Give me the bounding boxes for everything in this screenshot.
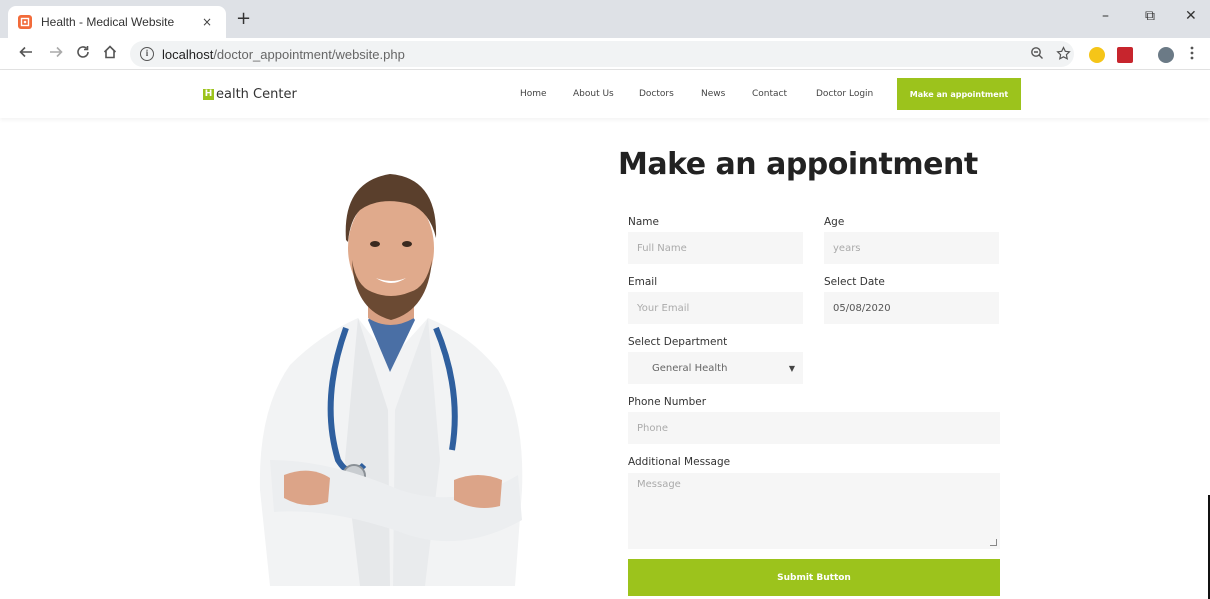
- menu-icon[interactable]: [1190, 46, 1194, 64]
- site-logo[interactable]: H ealth Center: [203, 87, 297, 102]
- site-favicon-icon: [18, 15, 32, 29]
- date-label: Select Date: [824, 276, 885, 288]
- age-label: Age: [824, 216, 845, 228]
- home-icon[interactable]: [102, 44, 118, 64]
- message-label: Additional Message: [628, 456, 731, 468]
- department-select[interactable]: General Health ▼: [628, 352, 803, 384]
- form-title: Make an appointment: [618, 147, 978, 182]
- department-selected-value: General Health: [652, 362, 728, 374]
- name-input[interactable]: Full Name: [628, 232, 803, 264]
- email-label: Email: [628, 276, 658, 288]
- doctor-image: [250, 160, 535, 586]
- nav-news[interactable]: News: [701, 89, 725, 99]
- bookmark-star-icon[interactable]: [1056, 46, 1071, 65]
- browser-tab-bar: Health - Medical Website × + – ⧉ ✕: [0, 0, 1210, 38]
- browser-tab[interactable]: Health - Medical Website ×: [8, 6, 226, 38]
- email-input[interactable]: Your Email: [628, 292, 803, 324]
- nav-contact[interactable]: Contact: [752, 89, 787, 99]
- nav-home[interactable]: Home: [520, 89, 547, 99]
- browser-toolbar: i localhost/doctor_appointment/website.p…: [0, 38, 1210, 70]
- submit-button[interactable]: Submit Button: [628, 559, 1000, 596]
- forward-icon[interactable]: [48, 44, 64, 64]
- zoom-icon[interactable]: [1030, 46, 1044, 64]
- message-textarea[interactable]: Message: [628, 473, 1000, 549]
- nav-about-us[interactable]: About Us: [573, 89, 614, 99]
- department-label: Select Department: [628, 336, 728, 348]
- pdf-extension-icon[interactable]: [1117, 47, 1133, 63]
- dropdown-arrow-icon: ▼: [788, 363, 795, 373]
- logo-text: ealth Center: [216, 87, 297, 102]
- nav-doctors[interactable]: Doctors: [639, 89, 674, 99]
- minimize-button[interactable]: –: [1102, 8, 1109, 24]
- url-host: localhost: [162, 46, 214, 62]
- logo-mark: H: [203, 89, 214, 100]
- back-icon[interactable]: [18, 44, 34, 64]
- nav-doctor-login[interactable]: Doctor Login: [816, 89, 873, 99]
- date-input[interactable]: 05/08/2020: [824, 292, 999, 324]
- reload-icon[interactable]: [75, 44, 91, 64]
- url-path: /doctor_appointment/website.php: [213, 46, 405, 62]
- extension-icon[interactable]: [1089, 47, 1105, 63]
- tab-close-icon[interactable]: ×: [198, 15, 216, 29]
- close-window-button[interactable]: ✕: [1185, 8, 1197, 24]
- profile-avatar[interactable]: [1158, 47, 1174, 63]
- make-appointment-button[interactable]: Make an appointment: [897, 78, 1021, 110]
- new-tab-button[interactable]: +: [236, 10, 251, 28]
- tab-title: Health - Medical Website: [41, 15, 175, 29]
- age-input[interactable]: years: [824, 232, 999, 264]
- restore-button[interactable]: ⧉: [1145, 8, 1155, 24]
- phone-label: Phone Number: [628, 396, 707, 408]
- message-placeholder: Message: [637, 479, 681, 490]
- site-header: H ealth Center Home About Us Doctors New…: [0, 70, 1210, 118]
- site-info-icon[interactable]: i: [140, 47, 154, 61]
- phone-input[interactable]: Phone: [628, 412, 1000, 444]
- name-label: Name: [628, 216, 659, 228]
- address-bar[interactable]: i localhost/doctor_appointment/website.p…: [130, 41, 1074, 67]
- resize-grip-icon[interactable]: [990, 539, 997, 546]
